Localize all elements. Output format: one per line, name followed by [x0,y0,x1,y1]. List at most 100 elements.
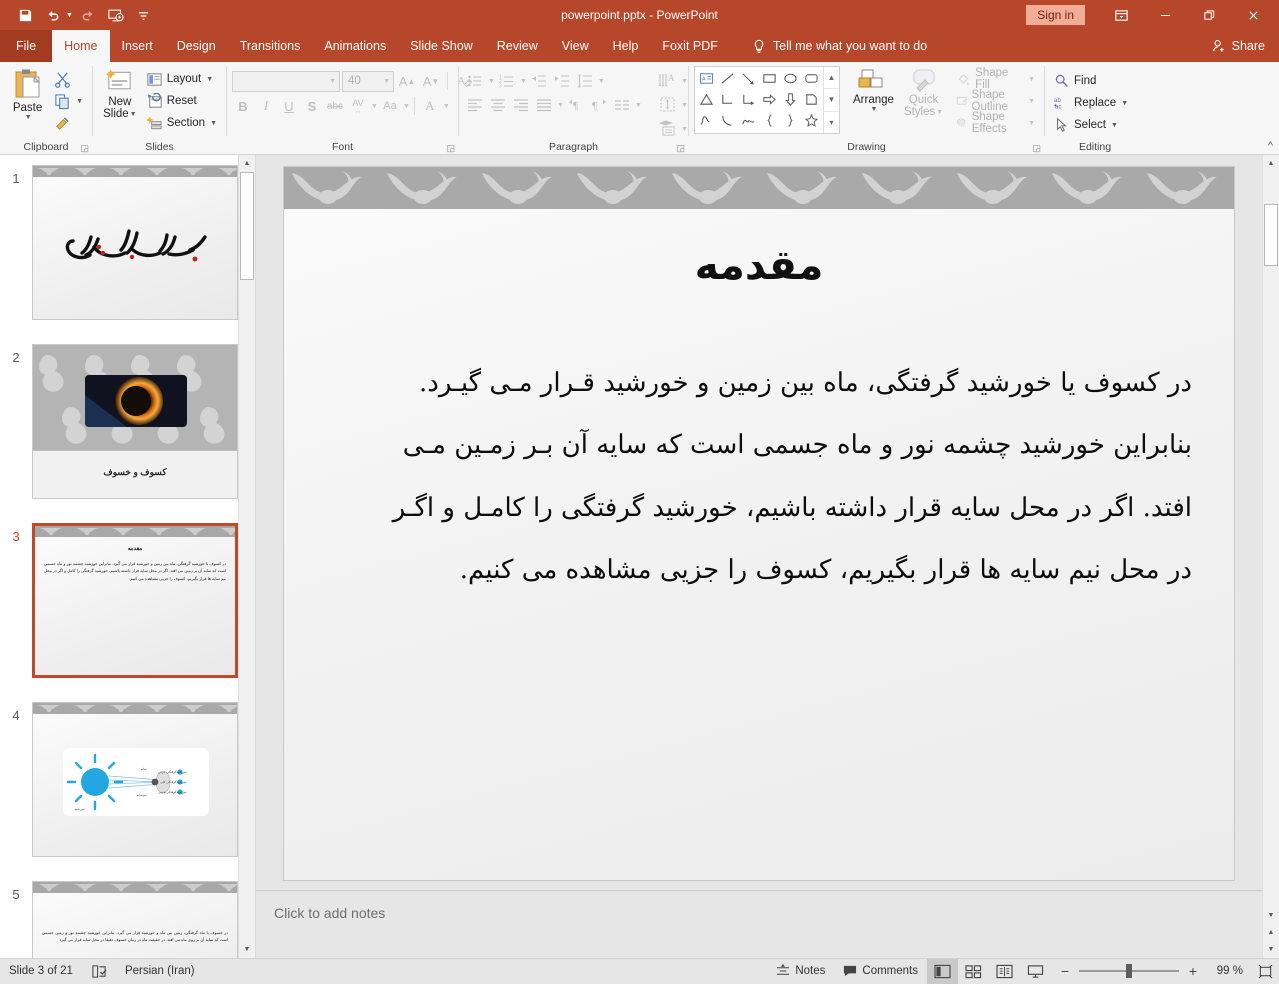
change-case-button[interactable]: Aa [379,95,401,117]
shape-flowchart-icon[interactable] [801,89,822,110]
shape-text-box-icon[interactable]: A [696,68,717,89]
align-right-icon[interactable] [510,94,532,116]
underline-button[interactable]: U [278,95,300,117]
shape-curve-icon[interactable] [717,110,738,131]
font-color-button[interactable]: A [419,95,441,117]
start-from-beginning-icon[interactable] [103,3,129,27]
slide-body-placeholder[interactable]: در کسوف یا خورشید گرفتگی، ماه بین زمین و… [324,352,1192,602]
zoom-percentage[interactable]: 99 % [1207,965,1243,977]
close-icon[interactable] [1231,0,1275,30]
slide-thumbnail-4[interactable]: خورشیدگرفتگی جزیی خورشیدگرفتگی کلی خورشی… [32,702,238,857]
shapes-more-icon[interactable]: ▾ [824,112,839,133]
paste-dropdown-icon[interactable]: ▼ [25,114,32,121]
tab-design[interactable]: Design [165,30,228,62]
tab-insert[interactable]: Insert [110,30,165,62]
thumbnail-item[interactable]: 3 مقدمه در کسوف یا خورشید گرفتگی، ماه بی… [0,523,255,678]
shape-left-brace-icon[interactable] [759,110,780,131]
tab-review[interactable]: Review [485,30,550,62]
line-spacing-dropdown-icon[interactable]: ▼ [598,78,605,85]
shapes-scroll-down-icon[interactable]: ▼ [824,89,839,112]
replace-button[interactable]: ab ac Replace ▼ [1050,92,1132,114]
columns-icon[interactable] [611,94,633,116]
section-dropdown-icon[interactable]: ▼ [210,120,217,127]
spell-check-icon[interactable] [82,959,116,984]
justify-icon[interactable] [533,94,555,116]
shape-rounded-rectangle-icon[interactable] [801,68,822,89]
shape-star-icon[interactable] [801,110,822,131]
thumbnail-item[interactable]: 4 خورشیدگرفتگی جزیی خورشیدگرفتگی کلی خور… [0,702,255,857]
replace-dropdown-icon[interactable]: ▼ [1121,100,1128,107]
numbering-dropdown-icon[interactable]: ▼ [520,78,527,85]
save-icon[interactable] [12,3,38,27]
layout-dropdown-icon[interactable]: ▼ [206,76,213,83]
undo-dropdown-icon[interactable]: ▼ [66,12,73,19]
shape-down-arrow-icon[interactable] [780,89,801,110]
slide-thumbnail-5[interactable]: در خسوف یا ماه گرفتگی، زمین بین ماه و خو… [32,881,238,958]
shapes-gallery[interactable]: A ▲ ▼ ▾ [694,66,840,134]
convert-to-smartart-icon[interactable] [657,118,679,140]
scroll-down-icon[interactable]: ▼ [1263,907,1279,924]
shape-scribble-icon[interactable] [696,110,717,131]
zoom-in-icon[interactable]: + [1187,963,1199,979]
shape-fill-dropdown-icon[interactable]: ▼ [1028,76,1035,83]
redo-icon[interactable] [75,3,101,27]
clipboard-dialog-launcher-icon[interactable]: ◲ [80,143,89,154]
slide-counter[interactable]: Slide 3 of 21 [0,959,82,984]
section-button[interactable]: Section ▼ [142,112,221,134]
slide-sorter-view-button[interactable] [958,959,989,984]
tab-home[interactable]: Home [52,30,110,62]
undo-icon[interactable] [40,3,66,27]
scroll-thumb[interactable] [1264,204,1278,266]
scroll-track[interactable] [1263,172,1279,907]
new-slide-button[interactable]: New Slide ▼ [98,66,142,122]
align-text-icon[interactable] [657,94,679,116]
font-dialog-launcher-icon[interactable]: ◲ [446,143,455,154]
shape-triangle-icon[interactable] [696,89,717,110]
shape-fill-button[interactable]: Shape Fill ▼ [952,67,1039,91]
tab-slide-show[interactable]: Slide Show [398,30,485,62]
smartart-dropdown-icon[interactable]: ▼ [681,126,688,133]
strikethrough-button[interactable]: abc [324,95,346,117]
bullets-dropdown-icon[interactable]: ▼ [488,78,495,85]
numbering-icon[interactable]: 123 [496,70,518,92]
ribbon-display-options-icon[interactable] [1099,0,1143,30]
line-spacing-icon[interactable] [574,70,596,92]
previous-slide-icon[interactable]: ▲ [1263,924,1279,941]
tab-animations[interactable]: Animations [312,30,398,62]
columns-dropdown-icon[interactable]: ▼ [635,102,642,109]
find-button[interactable]: Find [1050,70,1132,92]
change-case-dropdown-icon[interactable]: ▼ [403,103,410,110]
thumbnail-scroll-thumb[interactable] [240,172,254,280]
text-direction-icon[interactable]: A [657,70,679,92]
align-text-dropdown-icon[interactable]: ▼ [681,102,688,109]
zoom-slider-track[interactable] [1079,964,1179,978]
slide-scrollbar[interactable]: ▲ ▼ ▲ ▼ [1262,155,1279,958]
notes-pane[interactable]: Click to add notes [256,890,1262,958]
font-size-input[interactable]: 40 ▼ [342,70,394,92]
thumbnail-item[interactable]: 5 در خسوف یا ماه گرفتگی، زمین بین ماه و … [0,881,255,958]
arrange-dropdown-icon[interactable]: ▼ [870,106,877,113]
font-color-dropdown-icon[interactable]: ▼ [443,103,450,110]
increase-font-size-icon[interactable]: A ▲ [396,70,418,92]
scroll-up-icon[interactable]: ▲ [1263,155,1279,172]
align-center-icon[interactable] [487,94,509,116]
layout-button[interactable]: Layout ▼ [142,68,221,90]
tab-transitions[interactable]: Transitions [228,30,313,62]
quick-styles-dropdown-icon[interactable]: ▼ [936,109,943,116]
paragraph-dialog-launcher-icon[interactable]: ◲ [676,143,685,154]
cut-button[interactable] [50,68,87,90]
drawing-dialog-launcher-icon[interactable]: ◲ [1032,143,1041,154]
slide-thumbnail-1[interactable] [32,165,238,320]
copy-button[interactable]: ▼ [50,90,87,112]
select-button[interactable]: Select ▼ [1050,114,1132,136]
shape-effects-button[interactable]: Shape Effects ▼ [952,111,1039,135]
fit-slide-to-window-icon[interactable] [1251,959,1279,984]
shape-elbow-connector-icon[interactable] [717,89,738,110]
text-direction-dropdown-icon[interactable]: ▼ [681,78,688,85]
tell-me-search[interactable]: Tell me what you want to do [752,30,927,62]
thumbnail-scrollbar[interactable]: ▲ ▼ [238,155,255,958]
shape-right-brace-icon[interactable] [780,110,801,131]
select-dropdown-icon[interactable]: ▼ [1111,122,1118,129]
tab-help[interactable]: Help [601,30,651,62]
shape-freeform-icon[interactable] [738,110,759,131]
